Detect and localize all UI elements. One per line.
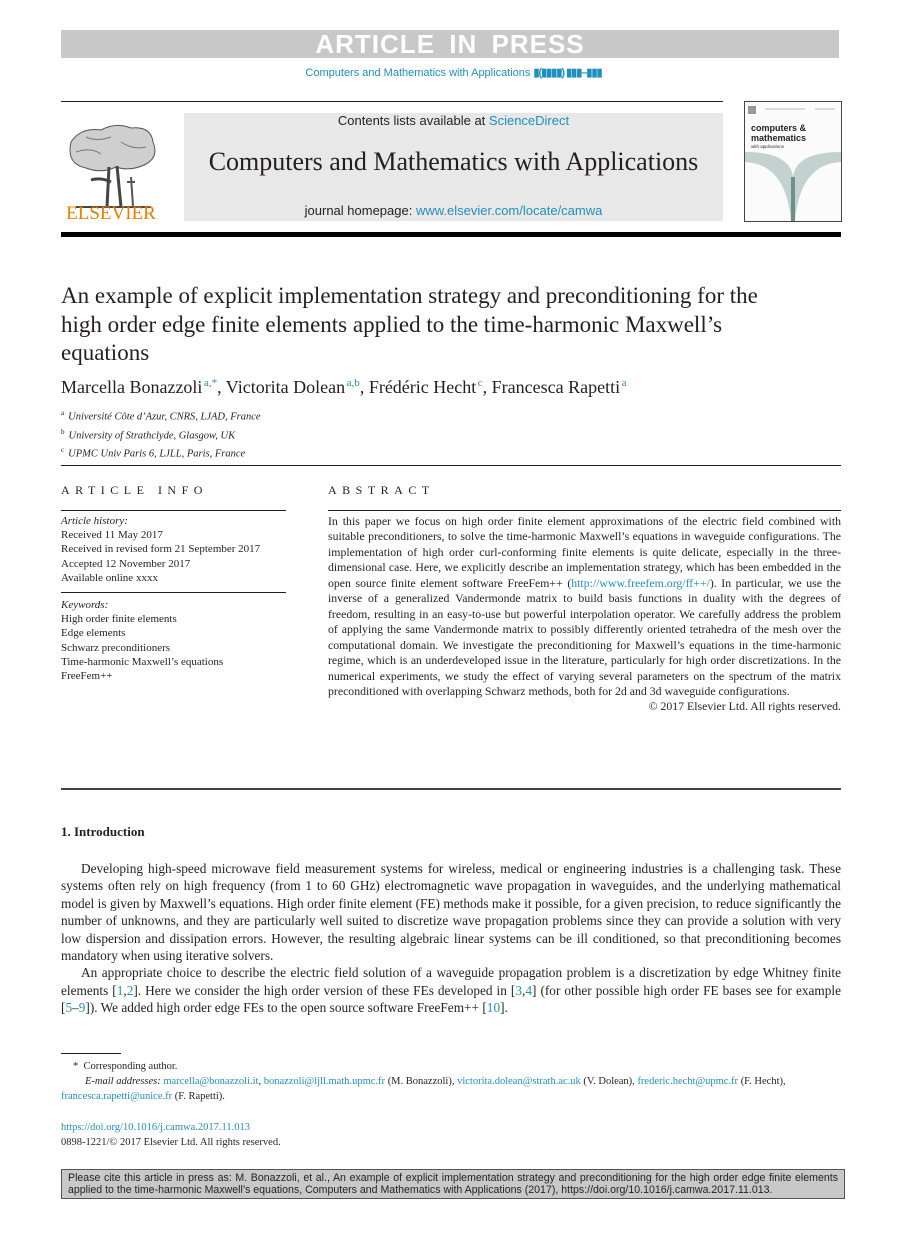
article-info-rule <box>61 510 286 511</box>
email-link[interactable]: frederic.hecht@upmc.fr <box>637 1076 738 1087</box>
journal-name: Computers and Mathematics with Applicati… <box>208 147 699 176</box>
affiliation-text: University of Strathclyde, Glasgow, UK <box>68 430 236 441</box>
issn-line: 0898-1221/© 2017 Elsevier Ltd. All right… <box>61 1137 281 1148</box>
citation-notice-box: Please cite this article in press as: M.… <box>61 1169 845 1200</box>
citation-link[interactable]: 10 <box>487 1000 500 1015</box>
affiliation: b University of Strathclyde, Glasgow, UK <box>61 425 261 444</box>
footnote-rule <box>61 1053 121 1054</box>
article-in-press-banner: ARTICLE IN PRESS <box>61 30 839 58</box>
corresponding-text: Corresponding author. <box>83 1061 178 1072</box>
history-label: Article history: <box>61 515 128 527</box>
abstract-bottom-rule <box>61 788 841 790</box>
intro-text: ]. Here we consider the high order versi… <box>133 982 516 998</box>
article-info-heading: ARTICLE INFO <box>61 483 208 497</box>
doi-block: https://doi.org/10.1016/j.camwa.2017.11.… <box>61 1120 281 1150</box>
abstract-rule <box>328 510 841 511</box>
keyword: Time-harmonic Maxwell’s equations <box>61 655 224 668</box>
email-footnote: E-mail addresses: marcella@bonazzoli.it,… <box>61 1076 786 1102</box>
keyword: Schwarz preconditioners <box>61 641 171 654</box>
author-affil-marks[interactable]: a,* <box>204 377 217 389</box>
contents-prefix: Contents lists available at <box>337 113 489 128</box>
abstract-copyright: © 2017 Elsevier Ltd. All rights reserved… <box>648 699 841 714</box>
intro-paragraph: An appropriate choice to describe the el… <box>61 965 842 1016</box>
email-link[interactable]: victorita.dolean@strath.ac.uk <box>457 1076 581 1087</box>
email-owner: (F. Rapetti). <box>174 1091 225 1102</box>
history-item: Received 11 May 2017 <box>61 529 163 542</box>
introduction-body: Developing high-speed microwave field me… <box>61 860 841 1017</box>
homepage-prefix: journal homepage: <box>304 203 416 218</box>
journal-masthead: Contents lists available at ScienceDirec… <box>184 113 723 221</box>
cover-title-line2: mathematics <box>751 133 806 143</box>
header-thick-rule <box>61 232 841 237</box>
cover-title-line1: computers & <box>751 123 807 133</box>
contents-line: Contents lists available at ScienceDirec… <box>184 113 723 128</box>
abstract-text-cont: ). In particular, we use the inverse of … <box>328 575 842 698</box>
author[interactable]: Marcella Bonazzoli a,* <box>61 377 217 397</box>
affiliation: c UPMC Univ Paris 6, LJLL, Paris, France <box>61 443 261 462</box>
author-name: Frédéric Hecht <box>368 377 477 397</box>
author[interactable]: Victorita Dolean a,b <box>226 377 360 397</box>
section-heading-introduction: 1. Introduction <box>61 824 145 839</box>
email-link[interactable]: bonazzoli@ljll.math.upmc.fr <box>264 1076 385 1087</box>
intro-text: ]. <box>500 1000 508 1016</box>
asterisk-icon: * <box>73 1061 84 1072</box>
volume-placeholder: ▮(▮▮▮▮) ▮▮▮–▮▮▮ <box>533 67 602 79</box>
header-top-rule <box>61 101 723 102</box>
article-info: Article history: Received 11 May 2017 Re… <box>61 514 286 683</box>
author-affil-marks[interactable]: c <box>478 377 483 389</box>
cover-title-line3: with applications <box>751 144 785 149</box>
affiliation-mark: c <box>61 446 65 454</box>
doi-link[interactable]: https://doi.org/10.1016/j.camwa.2017.11.… <box>61 1120 281 1135</box>
email-link[interactable]: marcella@bonazzoli.it <box>163 1076 258 1087</box>
email-label: E-mail addresses: <box>85 1076 161 1087</box>
author[interactable]: Francesca Rapetti a <box>492 377 627 397</box>
citation-link[interactable]: 1 <box>117 983 124 998</box>
citation-link[interactable]: 4 <box>525 983 532 998</box>
history-item: Received in revised form 21 September 20… <box>61 543 261 556</box>
email-owner: (M. Bonazzoli), <box>387 1076 455 1087</box>
author-name: Victorita Dolean <box>225 377 346 397</box>
abstract-body: In this paper we focus on high order fin… <box>328 514 841 715</box>
journal-cover-thumbnail[interactable]: computers & mathematics with application… <box>744 101 842 222</box>
author-affil-marks[interactable]: a,b <box>347 377 360 389</box>
intro-text: ]). We added high order edge FEs to the … <box>85 1000 487 1016</box>
sciencedirect-link[interactable]: ScienceDirect <box>489 113 569 128</box>
abstract-heading: ABSTRACT <box>328 483 435 497</box>
running-head: Computers and Mathematics with Applicati… <box>0 66 907 79</box>
footnotes: * Corresponding author. E-mail addresses… <box>61 1059 841 1104</box>
journal-homepage-link[interactable]: www.elsevier.com/locate/camwa <box>416 203 602 218</box>
email-owner: (F. Hecht), <box>740 1076 786 1087</box>
affiliation-text: UPMC Univ Paris 6, LJLL, Paris, France <box>68 448 246 460</box>
email-owner: (V. Dolean), <box>583 1076 635 1087</box>
running-head-journal[interactable]: Computers and Mathematics with Applicati… <box>305 67 530 79</box>
article-title: An example of explicit implementation st… <box>61 283 758 365</box>
affiliation-mark: b <box>61 427 65 436</box>
keywords-label: Keywords: <box>61 599 109 612</box>
affiliation: a Université Côte d’Azur, CNRS, LJAD, Fra… <box>61 406 261 425</box>
affiliation-text: Université Côte d’Azur, CNRS, LJAD, Fran… <box>68 411 261 423</box>
keyword: Edge elements <box>61 627 126 640</box>
affiliation-mark: a <box>61 409 65 417</box>
email-link[interactable]: francesca.rapetti@unice.fr <box>61 1091 172 1102</box>
history-item: Accepted 12 November 2017 <box>61 557 191 570</box>
elsevier-wordmark: ELSEVIER <box>66 203 156 224</box>
history-item: Available online xxxx <box>61 571 158 584</box>
citation-link[interactable]: 5 <box>65 1000 72 1015</box>
author-name: Marcella Bonazzoli <box>61 377 203 397</box>
citation-link[interactable]: 3 <box>515 983 522 998</box>
freefem-link[interactable]: http://www.freefem.org/ff++/ <box>571 576 710 590</box>
intro-paragraph: Developing high-speed microwave field me… <box>61 861 841 964</box>
cover-art-icon: computers & mathematics with application… <box>745 106 841 221</box>
homepage-line: journal homepage: www.elsevier.com/locat… <box>184 203 723 218</box>
corresponding-footnote: * Corresponding author. <box>61 1059 841 1074</box>
keywords-rule <box>61 592 286 594</box>
keyword: FreeFem++ <box>61 670 113 683</box>
keyword: High order finite elements <box>61 613 177 626</box>
author-name: Francesca Rapetti <box>491 377 621 397</box>
affiliations-rule <box>61 465 841 466</box>
author-affil-marks[interactable]: a <box>622 377 627 389</box>
affiliations: a Université Côte d’Azur, CNRS, LJAD, Fra… <box>61 406 261 462</box>
author[interactable]: Frédéric Hecht c <box>369 377 483 397</box>
author-list: Marcella Bonazzoli a,*, Victorita Dolean… <box>61 377 627 397</box>
